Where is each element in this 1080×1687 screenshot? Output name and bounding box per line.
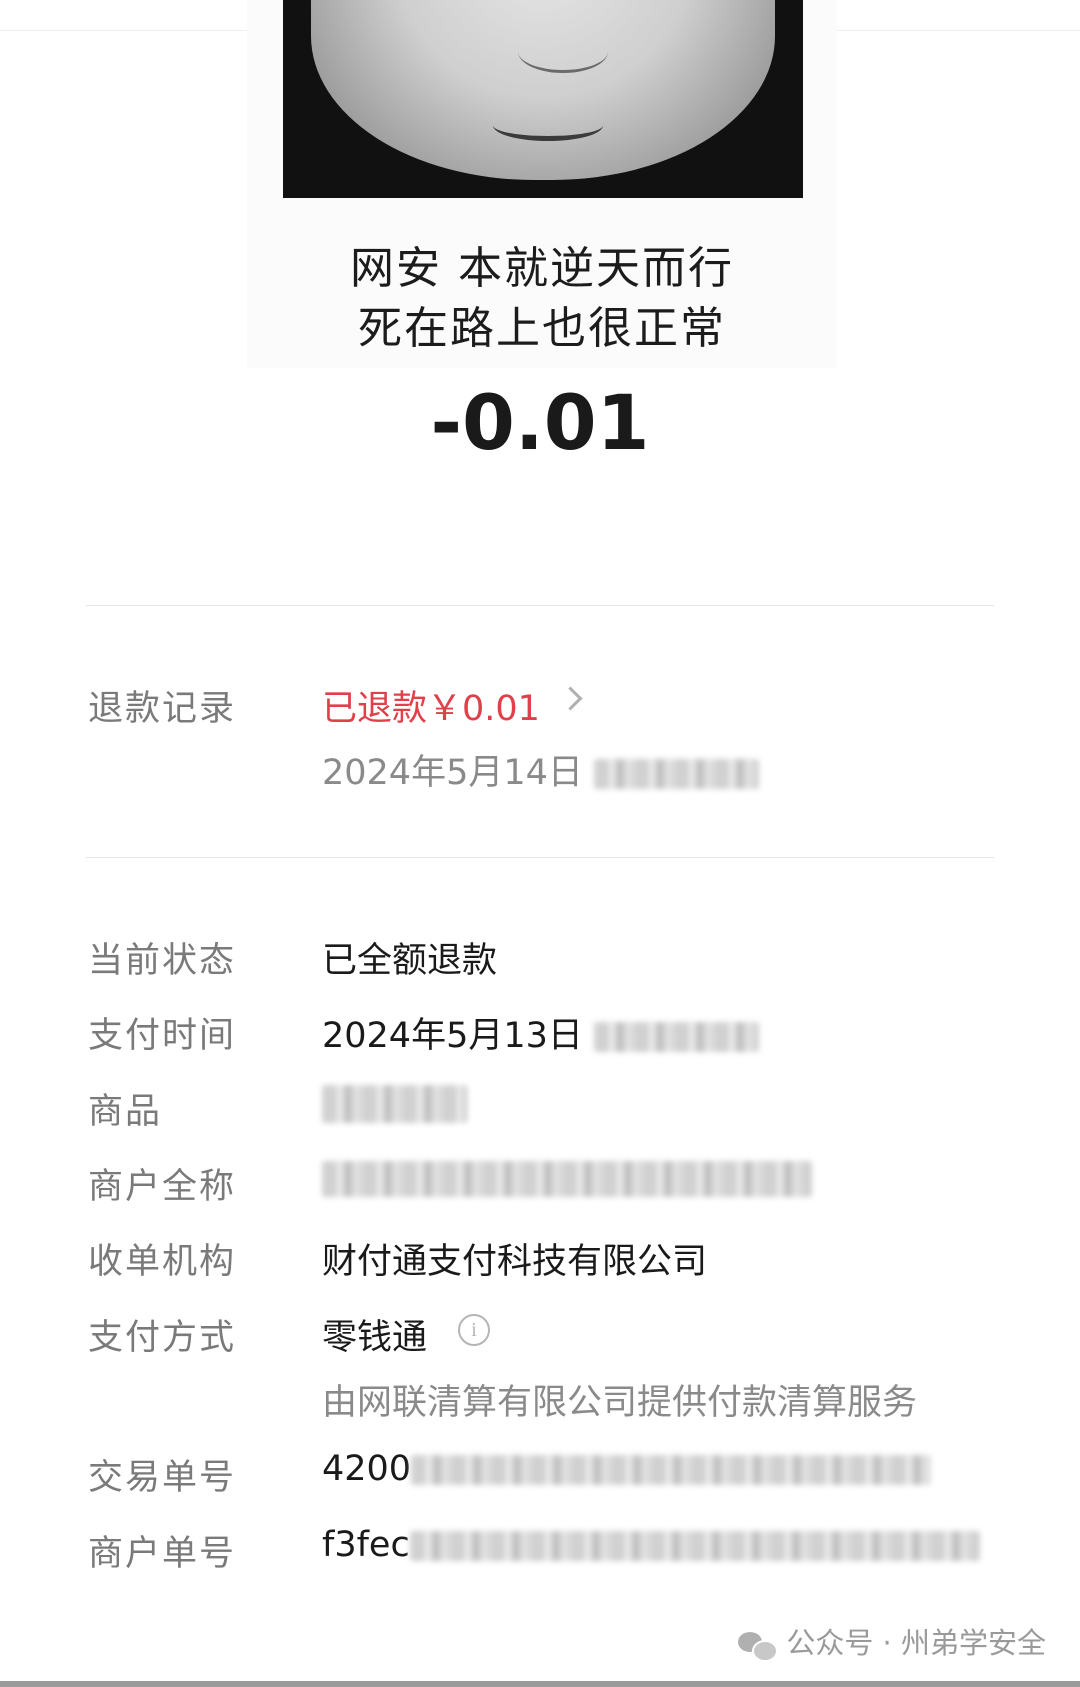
transaction-no-prefix: 4200 bbox=[322, 1449, 412, 1489]
redacted-transaction-no bbox=[411, 1455, 932, 1485]
acquirer-value: 财付通支付科技有限公司 bbox=[322, 1242, 708, 1282]
transaction-no-label: 交易单号 bbox=[88, 1458, 237, 1498]
watermark: 公众号 · 州弟学安全 bbox=[738, 1620, 1046, 1662]
clearing-note: 由网联清算有限公司提供付款清算服务 bbox=[322, 1383, 918, 1423]
refund-date: 2024年5月14日 bbox=[322, 744, 760, 795]
redacted-time bbox=[594, 1022, 760, 1052]
pay-method-label: 支付方式 bbox=[88, 1318, 237, 1358]
meme-caption-line2: 死在路上也很正常 bbox=[358, 303, 726, 354]
transaction-no-value[interactable]: 4200 bbox=[322, 1449, 932, 1489]
acquirer-label: 收单机构 bbox=[88, 1242, 237, 1282]
merchant-label: 商户全称 bbox=[88, 1167, 237, 1207]
face-nose bbox=[518, 30, 608, 73]
product-value bbox=[322, 1083, 467, 1123]
face-mouth bbox=[493, 110, 603, 141]
redacted-merchant-no bbox=[409, 1531, 980, 1561]
redacted-product bbox=[322, 1085, 467, 1123]
chevron-right-icon[interactable] bbox=[558, 686, 583, 711]
meme-image: 网安 本就逆天而行 死在路上也很正常 bbox=[247, 0, 837, 368]
info-icon[interactable]: i bbox=[458, 1314, 490, 1346]
merchant-no-value[interactable]: f3fec bbox=[322, 1525, 980, 1565]
meme-face-picture bbox=[283, 0, 803, 198]
pay-time-value: 2024年5月13日 bbox=[322, 1007, 760, 1058]
status-label: 当前状态 bbox=[88, 941, 237, 981]
refund-record-label: 退款记录 bbox=[88, 689, 237, 729]
merchant-no-prefix: f3fec bbox=[322, 1525, 410, 1565]
pay-time-label: 支付时间 bbox=[88, 1016, 237, 1056]
pay-method-value: 零钱通 bbox=[322, 1318, 428, 1358]
meme-caption-line1: 网安 本就逆天而行 bbox=[350, 243, 734, 294]
divider bbox=[86, 857, 994, 858]
product-label: 商品 bbox=[88, 1092, 163, 1132]
refund-date-text: 2024年5月14日 bbox=[322, 753, 583, 793]
redacted-time bbox=[594, 759, 760, 789]
pay-time-date: 2024年5月13日 bbox=[322, 1016, 583, 1056]
refund-record-link[interactable]: 已退款￥0.01 bbox=[322, 680, 540, 731]
merchant-value bbox=[322, 1158, 812, 1198]
merchant-no-label: 商户单号 bbox=[88, 1534, 237, 1574]
status-value: 已全额退款 bbox=[322, 941, 498, 981]
wechat-icon bbox=[738, 1630, 779, 1662]
watermark-text: 公众号 · 州弟学安全 bbox=[786, 1626, 1046, 1660]
divider bbox=[86, 605, 994, 606]
redacted-merchant bbox=[322, 1161, 812, 1197]
bottom-bar bbox=[0, 1681, 1080, 1687]
transaction-amount: -0.01 bbox=[430, 378, 650, 467]
face-skin bbox=[311, 0, 775, 180]
